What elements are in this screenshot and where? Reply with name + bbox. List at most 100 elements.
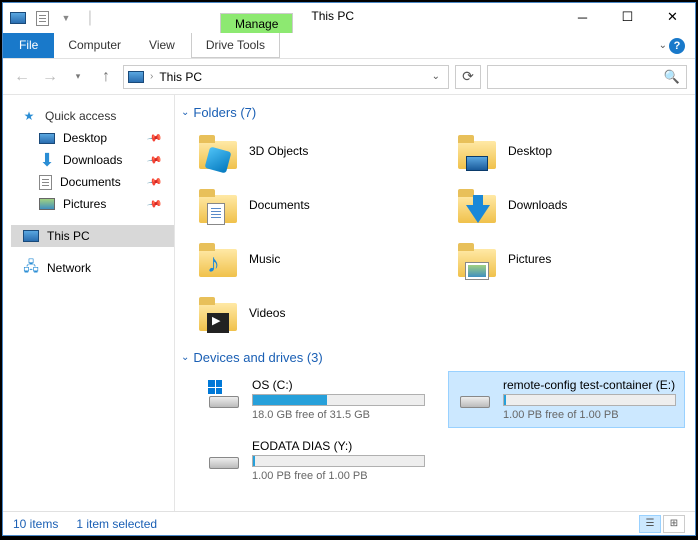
- folder-overlay-icon: [466, 263, 488, 279]
- pictures-icon: [39, 198, 55, 210]
- search-input[interactable]: [494, 70, 664, 84]
- pc-icon: [23, 230, 39, 242]
- recent-locations-button[interactable]: ▾: [67, 66, 89, 88]
- download-icon: ⬇: [39, 152, 55, 168]
- network-icon: 🖧: [23, 260, 39, 276]
- folder-item[interactable]: ♪ Music: [197, 234, 426, 284]
- search-icon[interactable]: 🔍: [664, 69, 680, 85]
- sidebar-label: This PC: [47, 229, 90, 243]
- folder-icon: [199, 187, 239, 223]
- sidebar-item-label: Pictures: [63, 197, 106, 211]
- drive-icon: [457, 378, 493, 414]
- drive-name: EODATA DIAS (Y:): [252, 439, 425, 453]
- drive-icon: [206, 439, 242, 475]
- folder-item[interactable]: Downloads: [456, 180, 685, 230]
- folder-label: Documents: [249, 198, 310, 212]
- folder-item[interactable]: Pictures: [456, 234, 685, 284]
- refresh-button[interactable]: ⟳: [455, 65, 481, 89]
- address-text[interactable]: This PC: [159, 70, 421, 84]
- folder-overlay-icon: [207, 203, 225, 225]
- folders-section-header[interactable]: ⌄ Folders (7): [179, 101, 685, 126]
- drive-item[interactable]: remote-config test-container (E:) 1.00 P…: [448, 371, 685, 428]
- drive-usage-bar: [252, 394, 425, 406]
- download-arrow-icon: [466, 205, 490, 223]
- sidebar-quick-access[interactable]: ★ Quick access: [11, 105, 174, 127]
- folder-item[interactable]: 3D Objects: [197, 126, 426, 176]
- desktop-icon: [39, 133, 55, 144]
- drive-item[interactable]: EODATA DIAS (Y:) 1.00 PB free of 1.00 PB: [197, 432, 434, 489]
- folder-overlay-icon: [466, 156, 488, 171]
- sidebar-network[interactable]: 🖧 Network: [11, 257, 174, 279]
- folder-overlay-icon: [207, 313, 229, 333]
- pin-icon: 📌: [146, 130, 163, 146]
- navbar: ← → ▾ ↑ › This PC ⌄ ⟳ 🔍: [3, 59, 695, 95]
- view-large-icons-button[interactable]: ⊞: [663, 515, 685, 533]
- music-icon: ♪: [207, 248, 220, 279]
- drive-info: EODATA DIAS (Y:) 1.00 PB free of 1.00 PB: [252, 439, 425, 482]
- sidebar-label: Network: [47, 261, 91, 275]
- sidebar-item-pictures[interactable]: Pictures 📌: [11, 193, 174, 215]
- folder-icon: [199, 295, 239, 331]
- folder-icon: [458, 187, 498, 223]
- address-bar[interactable]: › This PC ⌄: [123, 65, 449, 89]
- forward-button[interactable]: →: [39, 66, 61, 88]
- status-item-count: 10 items: [13, 517, 58, 531]
- folder-label: 3D Objects: [249, 144, 308, 158]
- sidebar-item-documents[interactable]: Documents 📌: [11, 171, 174, 193]
- status-bar: 10 items 1 item selected ☰ ⊞: [3, 511, 695, 535]
- drive-icon: [206, 378, 242, 414]
- up-button[interactable]: ↑: [95, 66, 117, 88]
- drive-name: remote-config test-container (E:): [503, 378, 676, 392]
- folder-item[interactable]: Videos: [197, 288, 426, 338]
- status-selected-count: 1 item selected: [76, 517, 157, 531]
- search-box[interactable]: 🔍: [487, 65, 687, 89]
- drive-free-text: 1.00 PB free of 1.00 PB: [503, 409, 676, 421]
- sidebar-item-desktop[interactable]: Desktop 📌: [11, 127, 174, 149]
- drive-usage-bar: [503, 394, 676, 406]
- drive-free-text: 18.0 GB free of 31.5 GB: [252, 409, 425, 421]
- close-button[interactable]: ✕: [650, 3, 695, 31]
- back-button[interactable]: ←: [11, 66, 33, 88]
- view-details-button[interactable]: ☰: [639, 515, 661, 533]
- qat-separator: |: [79, 7, 101, 29]
- sidebar-this-pc[interactable]: This PC: [11, 225, 174, 247]
- qat-properties-icon[interactable]: [31, 7, 53, 29]
- tab-computer[interactable]: Computer: [54, 33, 135, 58]
- maximize-button[interactable]: ☐: [605, 3, 650, 31]
- sidebar-label: Quick access: [45, 109, 116, 123]
- document-icon: [39, 175, 52, 190]
- folder-icon: [458, 241, 498, 277]
- file-tab[interactable]: File: [3, 33, 54, 58]
- nav-pane: ★ Quick access Desktop 📌 ⬇ Downloads 📌 D…: [3, 95, 175, 511]
- folder-item[interactable]: Documents: [197, 180, 426, 230]
- tab-view[interactable]: View: [135, 33, 189, 58]
- drive-info: remote-config test-container (E:) 1.00 P…: [503, 378, 676, 421]
- drives-section-header[interactable]: ⌄ Devices and drives (3): [179, 346, 685, 371]
- drive-name: OS (C:): [252, 378, 425, 392]
- explorer-window: ▼ | Manage This PC ─ ☐ ✕ File Computer V…: [2, 2, 696, 536]
- sidebar-item-downloads[interactable]: ⬇ Downloads 📌: [11, 149, 174, 171]
- qat-dropdown-icon[interactable]: ▼: [55, 7, 77, 29]
- tab-drive-tools[interactable]: Drive Tools: [191, 33, 280, 58]
- star-icon: ★: [21, 108, 37, 124]
- drive-free-text: 1.00 PB free of 1.00 PB: [252, 470, 425, 482]
- minimize-button[interactable]: ─: [560, 3, 605, 31]
- drive-item[interactable]: OS (C:) 18.0 GB free of 31.5 GB: [197, 371, 434, 428]
- folder-label: Desktop: [508, 144, 552, 158]
- drive-info: OS (C:) 18.0 GB free of 31.5 GB: [252, 378, 425, 421]
- folder-item[interactable]: Desktop: [456, 126, 685, 176]
- window-title: This PC: [293, 3, 560, 33]
- ribbon-expand[interactable]: ⌄?: [649, 33, 695, 58]
- help-icon[interactable]: ?: [669, 38, 685, 54]
- address-dropdown[interactable]: ⌄: [428, 71, 444, 82]
- folder-icon: [199, 133, 239, 169]
- drive-usage-bar: [252, 455, 425, 467]
- folder-label: Downloads: [508, 198, 567, 212]
- folder-label: Music: [249, 252, 280, 266]
- sidebar-item-label: Desktop: [63, 131, 107, 145]
- quick-access-toolbar: ▼ |: [3, 3, 105, 33]
- breadcrumb-chevron-icon[interactable]: ›: [150, 71, 153, 82]
- chevron-down-icon: ⌄: [181, 352, 189, 363]
- folder-icon: [458, 133, 498, 169]
- ribbon: File Computer View Drive Tools ⌄?: [3, 33, 695, 59]
